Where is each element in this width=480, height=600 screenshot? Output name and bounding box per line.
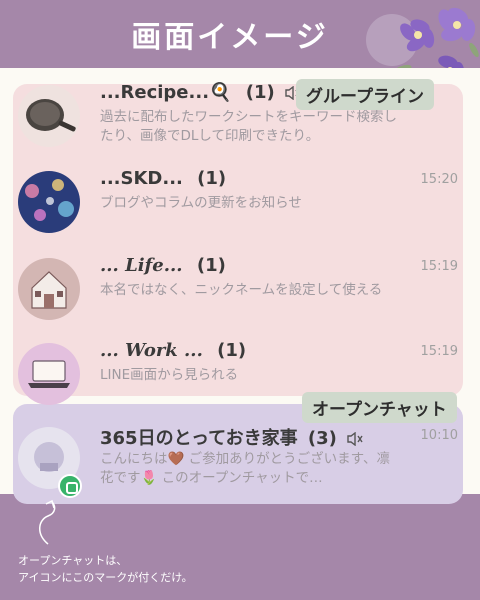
chat-time: 10:10: [420, 428, 458, 443]
chat-preview: ブログやコラムの更新をお知らせ: [100, 195, 302, 211]
group-line-tag: グループライン: [296, 79, 434, 110]
open-chat-badge-icon: [58, 474, 82, 498]
curved-arrow-icon: [39, 499, 56, 545]
chat-row-life[interactable]: ... Life... (1) 15:19 本名ではなく、ニックネームを設定して…: [0, 255, 480, 337]
chat-title: ...Recipe...🍳 (1): [100, 82, 301, 103]
chat-time: 15:19: [420, 259, 458, 274]
chat-preview: 本名ではなく、ニックネームを設定して使える: [100, 282, 383, 298]
chat-time: 15:20: [420, 172, 458, 187]
chat-row-open-chat[interactable]: 365日のとっておき家事 (3) 10:10 こんにちは🤎 ご参加ありがとうござ…: [0, 424, 480, 506]
chat-preview: こんにちは🤎 ご参加ありがとうございます、凛花です🌷 このオープンチャットで…: [100, 451, 391, 486]
avatar-laptop: [18, 343, 80, 405]
avatar-bokeh-lights: [18, 171, 80, 233]
chat-title: ... Work ... (1): [100, 340, 247, 361]
chat-time: 15:19: [420, 344, 458, 359]
avatar-frying-pan: [18, 85, 80, 147]
chat-preview: 過去に配布したワークシートをキーワード検索したり、画像でDLして印刷できたり。: [100, 109, 397, 144]
avatar-house: [18, 258, 80, 320]
chat-preview: LINE画面から見られる: [100, 367, 239, 383]
open-chat-tag: オープンチャット: [302, 392, 457, 423]
chat-title: ... Life... (1): [100, 255, 226, 276]
chat-row-skd[interactable]: ...SKD... (1) 15:20 ブログやコラムの更新をお知らせ: [0, 168, 480, 250]
speaker-mute-icon: [347, 432, 363, 446]
footer-note: オープンチャットは、 アイコンにこのマークが付くだけ。: [18, 554, 193, 584]
chat-title: 365日のとっておき家事 (3): [100, 424, 363, 450]
chat-title: ...SKD... (1): [100, 168, 227, 189]
